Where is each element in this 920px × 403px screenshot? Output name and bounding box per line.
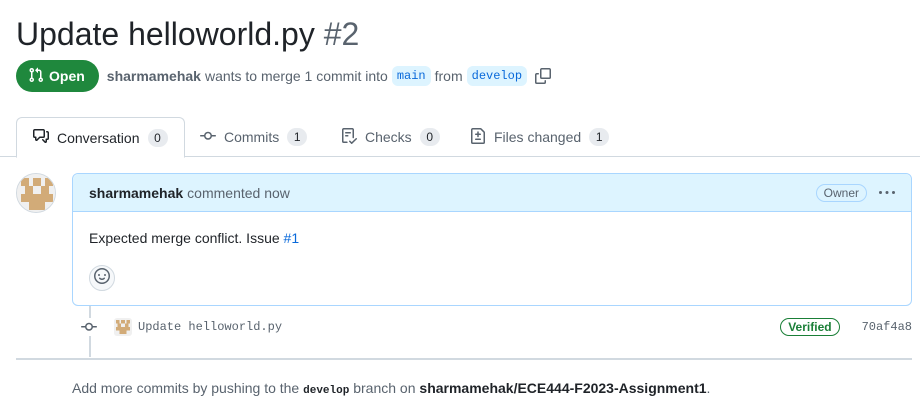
push-hint-prefix: Add more commits by pushing to the [72, 380, 300, 396]
pr-title-text: Update helloworld.py [16, 16, 315, 52]
smiley-icon [94, 267, 110, 289]
owner-badge: Owner [815, 183, 867, 202]
pr-title: Update helloworld.py #2 [16, 14, 359, 54]
tab-files-changed-count: 1 [589, 128, 610, 146]
pr-meta: sharmamehak wants to merge 1 commit into… [107, 66, 552, 86]
tab-checks-count: 0 [419, 128, 440, 146]
base-branch-link[interactable]: main [391, 66, 431, 86]
comment-author-link[interactable]: sharmamehak [89, 185, 183, 201]
checklist-icon [341, 127, 358, 147]
tab-commits[interactable]: Commits 1 [200, 117, 308, 157]
commit-message-link[interactable]: Update helloworld.py [138, 320, 282, 334]
tab-commits-label: Commits [224, 129, 280, 145]
comment-box: sharmamehak commented now Owner Expected… [72, 173, 912, 306]
pr-tabs: Conversation 0 Commits 1 Checks 0 Files … [0, 117, 920, 158]
kebab-horizontal-icon[interactable] [879, 185, 895, 201]
pr-number: #2 [323, 16, 360, 52]
file-diff-icon [470, 127, 486, 147]
pr-merge-text: wants to merge 1 commit into [204, 68, 388, 84]
comment-body: Expected merge conflict. Issue #1 [73, 212, 911, 246]
commit-sha-link[interactable]: 70af4a8 [862, 320, 912, 334]
git-commit-icon [200, 128, 216, 147]
pr-from-text: from [434, 68, 463, 84]
comment-discussion-icon [33, 128, 49, 147]
comment-body-text: Expected merge conflict. Issue [89, 230, 280, 246]
add-reaction-button[interactable] [89, 265, 115, 291]
push-hint-suffix: . [706, 380, 711, 396]
pr-state-label: Open [49, 68, 85, 84]
pr-state-row: Open sharmamehak wants to merge 1 commit… [16, 60, 552, 92]
comment-time[interactable]: commented now [187, 185, 290, 201]
comment-header: sharmamehak commented now Owner [73, 174, 911, 212]
push-hint-branch: develop [303, 385, 350, 397]
commit-author-avatar[interactable] [114, 318, 132, 336]
copy-icon[interactable] [535, 68, 552, 84]
tab-commits-count: 1 [287, 128, 308, 146]
tab-conversation[interactable]: Conversation 0 [16, 117, 185, 158]
issue-link[interactable]: #1 [284, 230, 300, 246]
tab-conversation-label: Conversation [57, 129, 140, 146]
tab-files-changed-label: Files changed [494, 129, 582, 145]
repo-link[interactable]: sharmamehak/ECE444-F2023-Assignment1 [419, 380, 706, 396]
tab-files-changed[interactable]: Files changed 1 [470, 117, 610, 157]
timeline-divider [16, 358, 912, 360]
push-hint-middle: branch on [353, 380, 416, 396]
git-commit-icon [80, 318, 98, 336]
tab-checks[interactable]: Checks 0 [341, 117, 440, 157]
head-branch-link[interactable]: develop [466, 66, 528, 86]
tab-checks-label: Checks [365, 129, 412, 145]
pr-author-link[interactable]: sharmamehak [107, 68, 201, 84]
tab-conversation-count: 0 [147, 128, 168, 147]
avatar[interactable] [16, 173, 56, 213]
pr-state-badge: Open [16, 60, 99, 92]
git-pull-request-icon [28, 67, 44, 86]
verified-badge[interactable]: Verified [780, 318, 840, 336]
commit-row: Update helloworld.py Verified 70af4a8 [80, 316, 912, 338]
push-hint: Add more commits by pushing to the devel… [72, 380, 710, 397]
